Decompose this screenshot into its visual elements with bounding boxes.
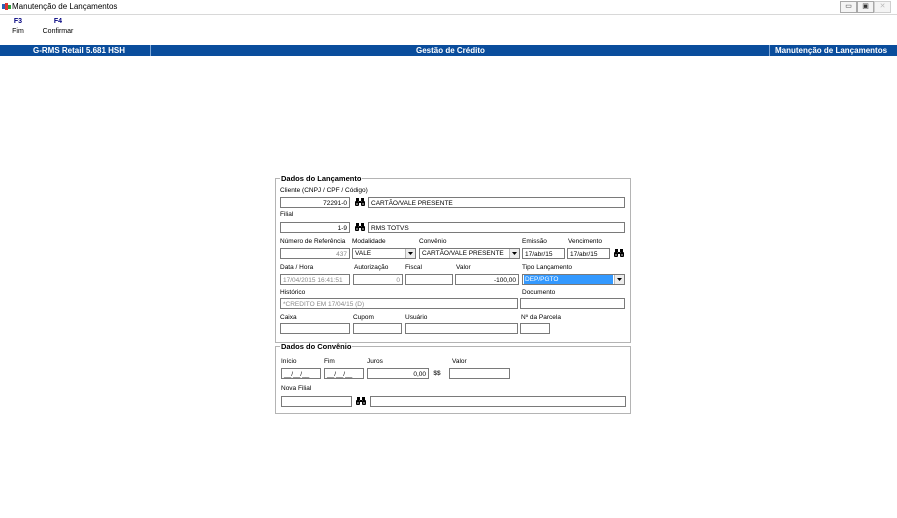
fiscal-label: Fiscal <box>405 264 422 271</box>
module-title: Gestão de Crédito <box>416 46 485 55</box>
fim-label: Fim <box>12 28 24 35</box>
vencimento-search-binoculars-icon[interactable] <box>613 248 625 259</box>
historico-field: *CREDITO EM 17/04/15 (D) <box>280 298 518 309</box>
minimize-button[interactable]: ▭ <box>840 1 857 13</box>
num-ref-label: Número de Referência <box>280 238 346 245</box>
fim-button[interactable]: F3 Fim <box>9 18 27 35</box>
emissao-input[interactable]: 17/abr/15 <box>522 248 565 259</box>
convenio-label: Convênio <box>419 238 447 245</box>
tipo-lancamento-label: Tipo Lançamento <box>522 264 572 271</box>
num-ref-field: 437 <box>280 248 350 259</box>
cupom-label: Cupom <box>353 314 374 321</box>
vencimento-label: Vencimento <box>568 238 602 245</box>
header-bar: G-RMS Retail 5.681 HSH Gestão de Crédito… <box>0 45 897 56</box>
autorizacao-field: 0 <box>353 274 403 285</box>
data-hora-label: Data / Hora <box>280 264 314 271</box>
parcela-input[interactable] <box>520 323 550 334</box>
documento-label: Documento <box>522 289 556 296</box>
juros-label: Juros <box>367 358 383 365</box>
f4-key-label: F4 <box>53 18 63 25</box>
nova-filial-name-field <box>370 396 626 407</box>
data-hora-field: 17/04/2015 16:41:51 <box>280 274 350 285</box>
nova-filial-label: Nova Filial <box>281 385 312 392</box>
nova-filial-input[interactable] <box>281 396 352 407</box>
maximize-icon: ▣ <box>862 3 869 10</box>
filial-search-binoculars-icon[interactable] <box>354 222 366 233</box>
inicio-label: Início <box>281 358 297 365</box>
calculate-icon[interactable]: $$ <box>431 368 443 379</box>
valor-input[interactable]: -100,00 <box>455 274 519 285</box>
parcela-label: Nº da Parcela <box>521 314 561 321</box>
convenio-valor-label: Valor <box>452 358 467 365</box>
cliente-name-field: CARTÃO/VALE PRESENTE <box>368 197 625 208</box>
close-button[interactable]: ✕ <box>874 1 891 13</box>
filial-code-input[interactable]: 1-9 <box>280 222 350 233</box>
caixa-label: Caixa <box>280 314 297 321</box>
nova-filial-search-binoculars-icon[interactable] <box>355 396 367 407</box>
modalidade-value: VALE <box>355 250 372 257</box>
filial-name-field: RMS TOTVS <box>368 222 625 233</box>
f3-key-label: F3 <box>13 18 23 25</box>
convenio-value: CARTÃO/VALE PRESENTE <box>422 250 504 257</box>
fiscal-input[interactable] <box>405 274 453 285</box>
title-bar: Manutenção de Lançamentos ▭ ▣ ✕ <box>0 0 897 15</box>
maximize-button[interactable]: ▣ <box>857 1 874 13</box>
caixa-input[interactable] <box>280 323 350 334</box>
documento-input[interactable] <box>520 298 625 309</box>
dados-convenio-legend: Dados do Convênio <box>281 342 352 351</box>
vencimento-input[interactable]: 17/abr/15 <box>567 248 610 259</box>
minimize-icon: ▭ <box>845 3 852 10</box>
convenio-valor-input[interactable] <box>449 368 510 379</box>
confirmar-label: Confirmar <box>42 28 74 35</box>
fim-label: Fim <box>324 358 335 365</box>
inicio-date-input[interactable]: __/__/__ <box>281 368 321 379</box>
filial-label: Filial <box>280 211 294 218</box>
modalidade-label: Modalidade <box>352 238 386 245</box>
tipo-lancamento-select[interactable]: DEP/PGTO <box>522 274 625 285</box>
historico-label: Histórico <box>280 289 306 296</box>
window-title: Manutenção de Lançamentos <box>12 2 118 11</box>
cupom-input[interactable] <box>353 323 402 334</box>
confirmar-button[interactable]: F4 Confirmar <box>38 18 78 35</box>
valor-label: Valor <box>456 264 471 271</box>
usuario-input[interactable] <box>405 323 518 334</box>
usuario-label: Usuário <box>405 314 428 321</box>
fim-date-input[interactable]: __/__/__ <box>324 368 364 379</box>
chevron-down-icon[interactable] <box>405 249 415 258</box>
cliente-label: Cliente (CNPJ / CPF / Código) <box>280 187 368 194</box>
tipo-lancamento-value: DEP/PGTO <box>524 275 613 284</box>
dados-lancamento-legend: Dados do Lançamento <box>281 174 362 183</box>
close-icon: ✕ <box>879 3 886 10</box>
juros-input[interactable]: 0,00 <box>367 368 429 379</box>
emissao-label: Emissão <box>522 238 547 245</box>
app-icon <box>2 3 11 10</box>
chevron-down-icon[interactable] <box>509 249 519 258</box>
function-key-toolbar: F3 Fim F4 Confirmar <box>0 18 897 42</box>
convenio-select[interactable]: CARTÃO/VALE PRESENTE <box>419 248 520 259</box>
app-version: G-RMS Retail 5.681 HSH <box>33 46 126 55</box>
cliente-code-input[interactable]: 72291-0 <box>280 197 350 208</box>
screen-title: Manutenção de Lançamentos <box>775 46 888 55</box>
modalidade-select[interactable]: VALE <box>352 248 416 259</box>
cliente-search-binoculars-icon[interactable] <box>354 197 366 208</box>
chevron-down-icon[interactable] <box>614 275 624 284</box>
autorizacao-label: Autorização <box>354 264 389 271</box>
